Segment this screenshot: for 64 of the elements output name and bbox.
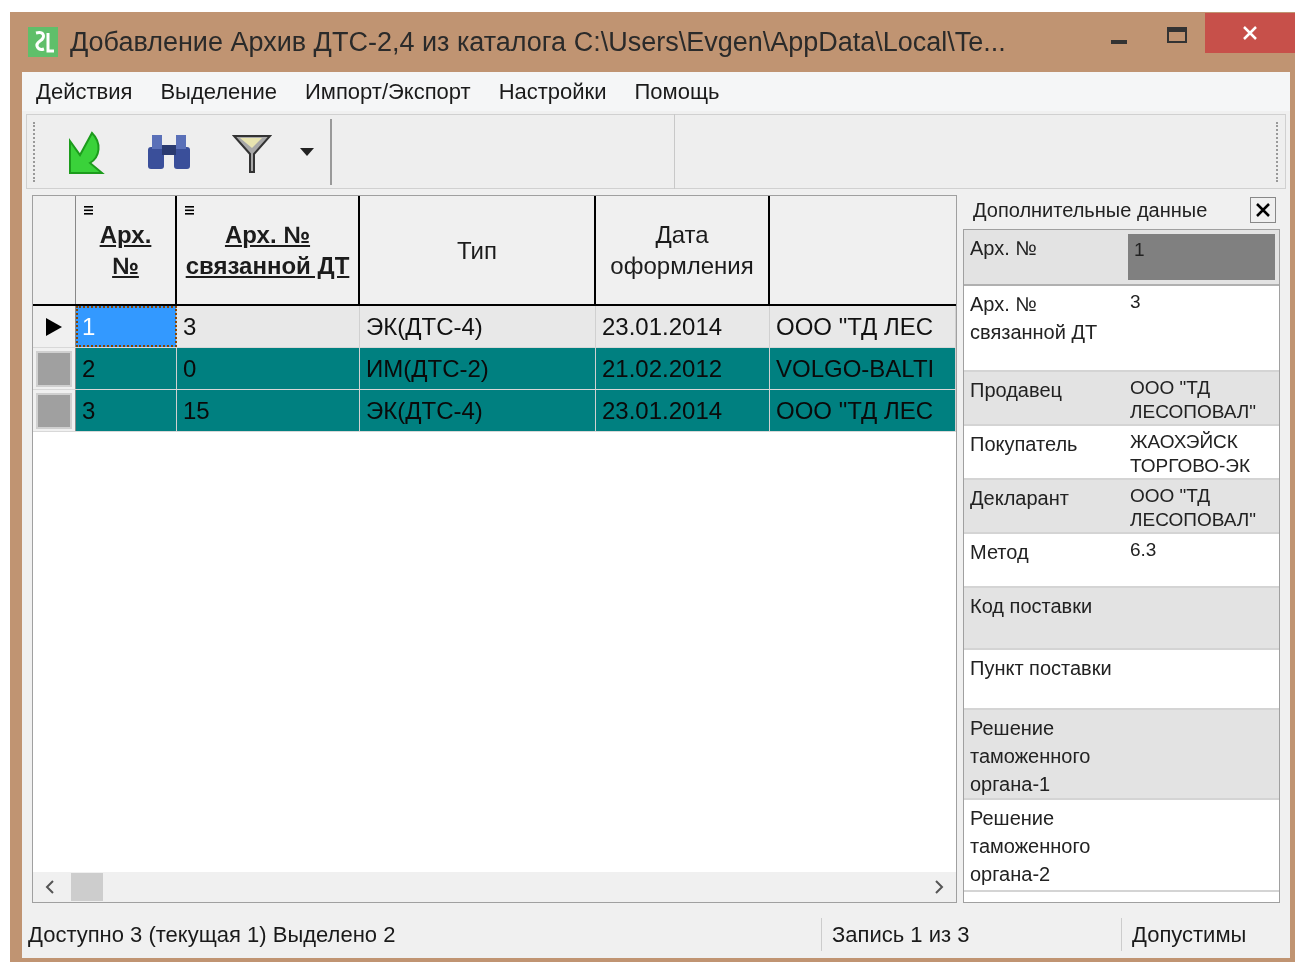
column-header[interactable]: Арх. № связанной ДТ bbox=[177, 196, 360, 305]
table-cell: ЭК(ДТС-4) bbox=[360, 390, 596, 432]
field-value: ООО "ТД ЛЕСОПОВАЛ" bbox=[1129, 484, 1257, 533]
field-label: Арх. № bbox=[969, 236, 1038, 262]
menu-item[interactable]: Помощь bbox=[634, 75, 720, 109]
field-label: Декларант bbox=[969, 486, 1070, 512]
scroll-thumb[interactable] bbox=[71, 873, 103, 902]
scroll-left-icon[interactable] bbox=[45, 880, 55, 895]
panel-close-button[interactable] bbox=[1250, 197, 1276, 224]
row-indicator[interactable] bbox=[33, 306, 76, 348]
status-text: Доступно 3 (текущая 1) Выделено 2 bbox=[22, 918, 822, 952]
menu-item[interactable]: Действия bbox=[36, 75, 133, 109]
table-cell: VOLGO-BALTI bbox=[770, 348, 956, 390]
column-header[interactable]: Арх. № bbox=[76, 196, 177, 305]
table-cell: ООО "ТД ЛЕС bbox=[770, 390, 956, 432]
table-cell: ООО "ТД ЛЕС bbox=[770, 306, 956, 348]
detail-row[interactable]: Код поставки bbox=[964, 588, 1279, 651]
table-cell: 23.01.2014 bbox=[596, 306, 770, 348]
table-cell: ЭК(ДТС-4) bbox=[360, 306, 596, 348]
column-header[interactable]: Дата оформления bbox=[596, 196, 770, 305]
field-label: Метод bbox=[969, 540, 1030, 566]
scroll-right-icon[interactable] bbox=[934, 880, 944, 895]
field-label: Решение таможенного органа-2 bbox=[969, 806, 1092, 888]
detail-row[interactable]: Решение таможенного органа-1 bbox=[964, 710, 1279, 801]
detail-row[interactable]: Арх. № 1 bbox=[964, 230, 1279, 287]
table-cell: 2 bbox=[76, 348, 177, 390]
window-title: Добавление Архив ДТС-2,4 из каталога C:\Users\Evgen\AppData\Local\Te... bbox=[70, 25, 1006, 59]
horizontal-scrollbar[interactable] bbox=[33, 872, 956, 903]
table-cell: 21.02.2012 bbox=[596, 348, 770, 390]
table-cell: 3 bbox=[76, 390, 177, 432]
table-cell: 23.01.2014 bbox=[596, 390, 770, 432]
panel-title: Дополнительные данные bbox=[973, 198, 1208, 224]
sort-menu-icon[interactable] bbox=[185, 206, 194, 216]
field-value: 6.3 bbox=[1129, 538, 1158, 563]
field-label: Пункт поставки bbox=[969, 656, 1113, 682]
detail-row[interactable]: Декларант ООО "ТД ЛЕСОПОВАЛ" bbox=[964, 480, 1279, 535]
table-cell: 1 bbox=[76, 306, 177, 348]
table-cell: 3 bbox=[177, 306, 360, 348]
field-label: Арх. № связанной ДТ bbox=[969, 292, 1099, 346]
field-value: ЖАОХЭЙСК ТОРГОВО-ЭК bbox=[1129, 430, 1252, 479]
detail-row[interactable]: Продавец ООО "ТД ЛЕСОПОВАЛ" bbox=[964, 372, 1279, 427]
dropdown-caret-icon[interactable] bbox=[300, 147, 314, 156]
field-label: Покупатель bbox=[969, 432, 1079, 458]
field-label: Продавец bbox=[969, 378, 1063, 404]
close-icon bbox=[1242, 25, 1258, 41]
table-cell: ИМ(ДТС-2) bbox=[360, 348, 596, 390]
menu-item[interactable]: Импорт/Экспорт bbox=[304, 75, 471, 109]
menu-item[interactable]: Выделение bbox=[160, 75, 277, 109]
field-label: Код поставки bbox=[969, 594, 1094, 620]
status-text: Допустимы bbox=[1131, 921, 1247, 950]
field-value: 1 bbox=[1128, 234, 1275, 281]
table-cell: 15 bbox=[177, 390, 360, 432]
column-header[interactable]: Тип bbox=[360, 196, 596, 305]
close-icon bbox=[1256, 203, 1270, 218]
app-logo-icon bbox=[28, 27, 58, 57]
field-value: ООО "ТД ЛЕСОПОВАЛ" bbox=[1129, 376, 1257, 425]
field-label: Решение таможенного органа-1 bbox=[969, 716, 1092, 798]
field-value: 3 bbox=[1129, 290, 1142, 315]
menu-item[interactable]: Настройки bbox=[498, 75, 607, 109]
table-cell: 0 bbox=[177, 348, 360, 390]
sort-menu-icon[interactable] bbox=[84, 206, 93, 216]
binoculars-icon[interactable] bbox=[146, 132, 192, 171]
status-text: Запись 1 из 3 bbox=[822, 918, 1122, 952]
maximize-icon[interactable] bbox=[1167, 27, 1187, 43]
